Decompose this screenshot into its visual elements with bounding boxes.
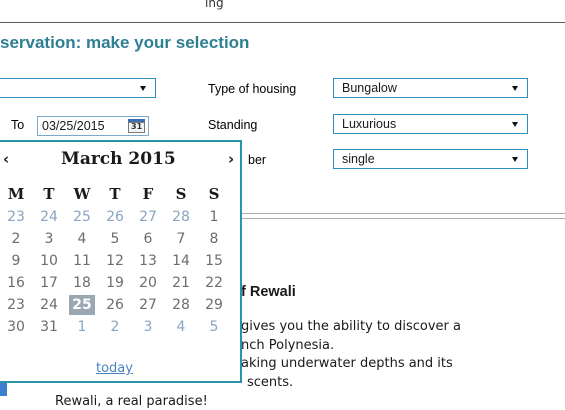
chevron-down-icon — [512, 122, 518, 127]
calendar-day[interactable]: 20 — [135, 273, 161, 293]
calendar-day[interactable]: 23 — [3, 295, 29, 315]
calendar-day[interactable]: 6 — [135, 229, 161, 249]
calendar-day[interactable]: 28 — [168, 207, 194, 227]
calendar-day[interactable]: 5 — [201, 317, 227, 337]
calendar-day[interactable]: 11 — [69, 251, 95, 271]
number-select[interactable]: single — [333, 149, 528, 169]
housing-label: Type of housing — [208, 82, 297, 96]
calendar-day[interactable]: 27 — [135, 207, 161, 227]
calendar-day[interactable]: 27 — [135, 295, 161, 315]
reservation-page: ing servation: make your selection Type … — [0, 0, 565, 410]
calendar-day[interactable]: 17 — [36, 273, 62, 293]
standing-select-value: Luxurious — [342, 117, 397, 131]
today-link[interactable]: today — [96, 361, 133, 376]
to-date-value: 03/25/2015 — [42, 119, 105, 133]
top-cut-text: ing — [205, 0, 224, 10]
to-label: To — [11, 118, 25, 132]
content-line: nch Polynesia. — [241, 338, 335, 353]
calendar-day[interactable]: 10 — [36, 251, 62, 271]
top-divider — [0, 22, 565, 23]
next-month-button[interactable]: › — [228, 150, 234, 168]
calendar-day[interactable]: 23 — [3, 207, 29, 227]
content-title: f Rewali — [241, 284, 296, 300]
content-line: scents. — [247, 375, 294, 390]
calendar-day[interactable]: 4 — [69, 229, 95, 249]
weekday-header: W — [73, 185, 91, 203]
weekday-header: S — [175, 185, 187, 203]
calendar-day[interactable]: 12 — [102, 251, 128, 271]
calendar-day[interactable]: 2 — [3, 229, 29, 249]
selected-day[interactable]: 25 — [69, 295, 95, 315]
number-label: ber — [248, 153, 267, 167]
calendar-day[interactable]: 26 — [102, 295, 128, 315]
calendar-icon-number: 31 — [131, 122, 143, 131]
calendar-day[interactable]: 21 — [168, 273, 194, 293]
standing-label: Standing — [208, 118, 258, 132]
calendar-day[interactable]: 1 — [69, 317, 95, 337]
housing-select[interactable]: Bungalow — [333, 78, 528, 98]
calendar-day[interactable]: 22 — [201, 273, 227, 293]
calendar-day[interactable]: 29 — [201, 295, 227, 315]
calendar-day[interactable]: 16 — [3, 273, 29, 293]
weekday-header: T — [109, 185, 121, 203]
calendar-day[interactable]: 18 — [69, 273, 95, 293]
datepicker-weekdays: MTWTFSS — [0, 185, 240, 205]
housing-select-value: Bungalow — [342, 81, 397, 95]
content-line: Rewali, a real paradise! — [55, 394, 208, 409]
calendar-day[interactable]: 19 — [102, 273, 128, 293]
calendar-day[interactable]: 31 — [36, 317, 62, 337]
calendar-day[interactable]: 1 — [201, 207, 227, 227]
section-divider — [236, 213, 565, 219]
calendar-day[interactable]: 8 — [201, 229, 227, 249]
calendar-day[interactable]: 2 — [102, 317, 128, 337]
calendar-day[interactable]: 9 — [3, 251, 29, 271]
weekday-header: S — [208, 185, 220, 203]
chevron-down-icon — [512, 157, 518, 162]
datepicker-popup: ‹ March 2015 › MTWTFSS 23 24 25 26 27 28 1 2 3 4 5… — [0, 140, 242, 383]
calendar-day[interactable]: 14 — [168, 251, 194, 271]
calendar-day[interactable]: 24 — [36, 207, 62, 227]
calendar-day[interactable]: 13 — [135, 251, 161, 271]
datepicker-month-title: March 2015 — [61, 149, 176, 169]
weekday-header: T — [43, 185, 55, 203]
section-title: servation: make your selection — [0, 33, 250, 52]
calendar-day[interactable]: 3 — [36, 229, 62, 249]
calendar-button[interactable]: 31 — [127, 117, 147, 134]
calendar-day[interactable]: 7 — [168, 229, 194, 249]
from-select[interactable] — [0, 78, 156, 98]
chevron-down-icon — [140, 86, 146, 91]
calendar-day[interactable]: 25 — [69, 207, 95, 227]
calendar-day[interactable]: 5 — [102, 229, 128, 249]
number-select-value: single — [342, 152, 375, 166]
calendar-day[interactable]: 28 — [168, 295, 194, 315]
standing-select[interactable]: Luxurious — [333, 114, 528, 134]
calendar-day[interactable]: 30 — [3, 317, 29, 337]
prev-month-button[interactable]: ‹ — [3, 150, 9, 168]
weekday-header: F — [142, 185, 154, 203]
content-line: aking underwater depths and its — [241, 356, 453, 371]
chevron-down-icon — [512, 86, 518, 91]
weekday-header: M — [7, 185, 25, 203]
calendar-day[interactable]: 3 — [135, 317, 161, 337]
calendar-day[interactable]: 24 — [36, 295, 62, 315]
calendar-day[interactable]: 4 — [168, 317, 194, 337]
calendar-day[interactable]: 15 — [201, 251, 227, 271]
content-line: gives you the ability to discover a — [241, 319, 461, 334]
datepicker-header: ‹ March 2015 › — [0, 149, 240, 172]
calendar-day[interactable]: 26 — [102, 207, 128, 227]
